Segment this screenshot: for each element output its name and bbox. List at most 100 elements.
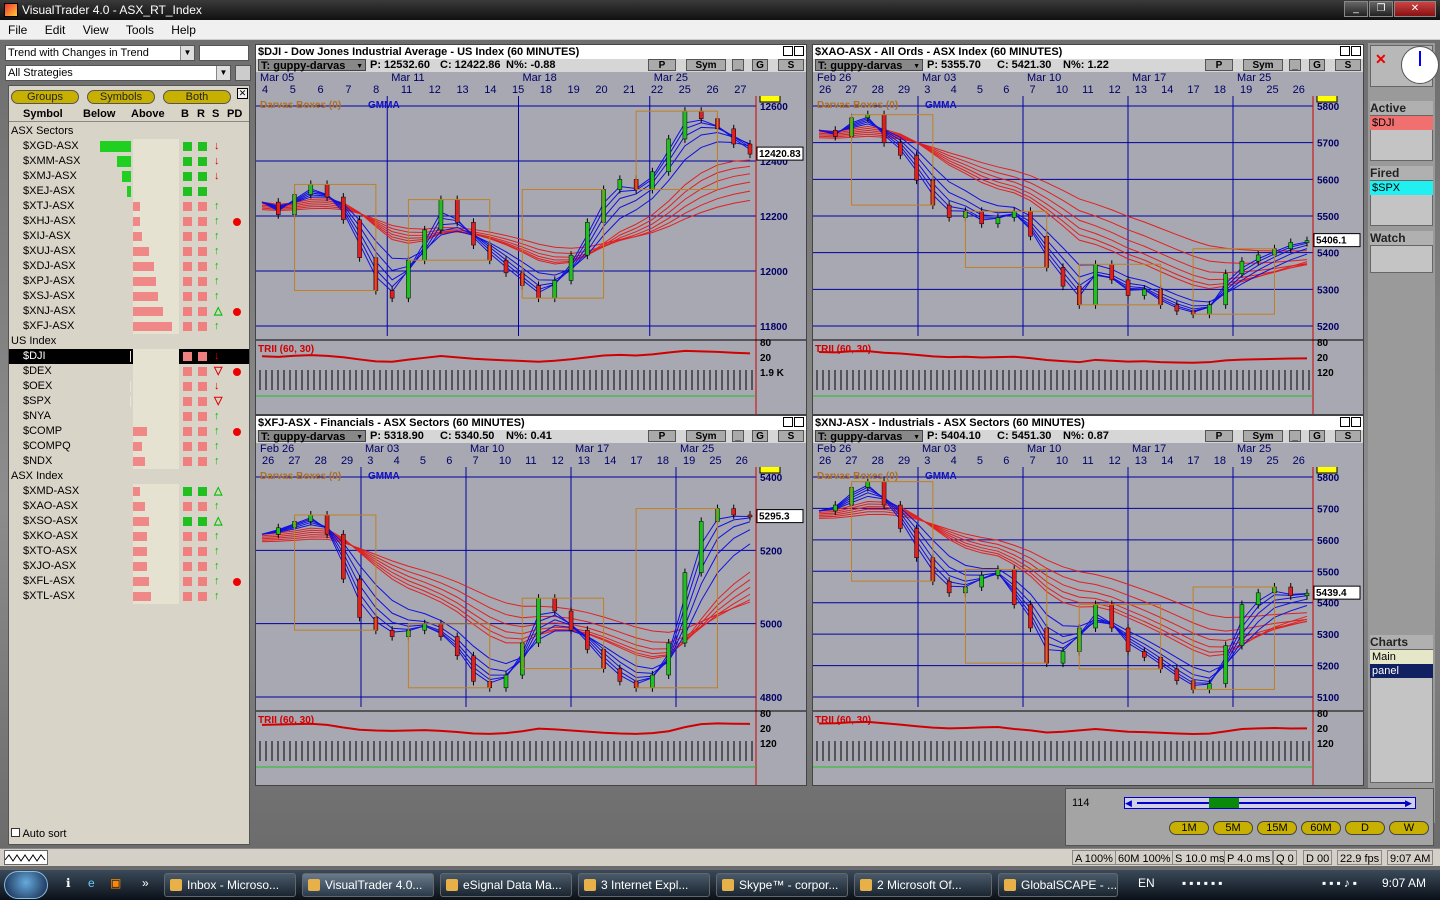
task-ie[interactable]: 3 Internet Expl...: [578, 873, 710, 897]
g-button[interactable]: G: [1309, 430, 1325, 442]
table-row[interactable]: $XMD-ASX △: [9, 484, 249, 499]
maximize-panel-icon[interactable]: [1340, 417, 1350, 427]
table-row[interactable]: $XDJ-ASX ↑: [9, 259, 249, 274]
table-row[interactable]: $XEJ-ASX: [9, 184, 249, 199]
close-panel-icon[interactable]: [794, 417, 804, 427]
header-below[interactable]: Below: [83, 108, 115, 120]
maximize-button[interactable]: ❐: [1369, 1, 1393, 17]
time-scrollbar[interactable]: ◀ ▶: [1124, 797, 1416, 809]
p-button[interactable]: P: [648, 59, 676, 71]
table-row[interactable]: $XFL-ASX ↑: [9, 574, 249, 589]
table-row[interactable]: $XFJ-ASX ↑: [9, 319, 249, 334]
chart-panel-xao[interactable]: $XAO-ASX - All Ords - ASX Index (60 MINU…: [812, 44, 1364, 415]
header-b[interactable]: B: [181, 108, 189, 120]
table-row[interactable]: $XSJ-ASX ↑: [9, 289, 249, 304]
price-chart[interactable]: 5400 5200 5000 4800 Darvas Boxes (0) GMMA 5295…: [256, 467, 807, 786]
close-panel-icon[interactable]: [794, 46, 804, 56]
scroll-right-icon[interactable]: ▶: [1405, 798, 1415, 808]
table-row[interactable]: $NDX ↑: [9, 454, 249, 469]
dash-button[interactable]: _: [732, 430, 744, 442]
table-row[interactable]: $XMM-ASX ↓: [9, 154, 249, 169]
chart-panel-dji[interactable]: $DJI - Dow Jones Industrial Average - US…: [255, 44, 807, 415]
task-visualtrader[interactable]: VisualTrader 4.0...: [302, 873, 434, 897]
watch-list[interactable]: [1370, 245, 1433, 273]
group-header[interactable]: US Index: [11, 334, 247, 348]
table-row[interactable]: $XUJ-ASX ↑: [9, 244, 249, 259]
sym-button[interactable]: Sym: [1243, 59, 1283, 71]
header-pd[interactable]: PD: [227, 108, 242, 120]
table-row[interactable]: $XTJ-ASX ↑: [9, 199, 249, 214]
dash-button[interactable]: _: [1289, 430, 1301, 442]
active-item[interactable]: $DJI: [1370, 116, 1433, 130]
template-select[interactable]: T: guppy-darvas: [258, 430, 366, 444]
autosort-checkbox[interactable]: Auto sort: [11, 828, 66, 840]
table-row[interactable]: $XSO-ASX △: [9, 514, 249, 529]
price-chart[interactable]: 1260012400122001200011800Darvas Boxes (0…: [256, 96, 807, 415]
table-row[interactable]: $XAO-ASX ↑: [9, 499, 249, 514]
strategy-select[interactable]: Trend with Changes in Trend ▼: [5, 45, 195, 61]
price-chart[interactable]: 5800 5700 5600 5500 5400 5300 5200 5100 Darvas B…: [813, 467, 1364, 786]
chevron-down-icon[interactable]: ▼: [216, 66, 230, 80]
quicklaunch-app-icon[interactable]: ▣: [110, 876, 121, 890]
fired-item[interactable]: $SPX: [1370, 181, 1433, 195]
table-row[interactable]: $DJI ↓: [9, 349, 249, 364]
tf-1m-button[interactable]: 1M: [1169, 821, 1209, 835]
language-indicator[interactable]: EN: [1138, 876, 1155, 890]
table-row[interactable]: $XIJ-ASX ↑: [9, 229, 249, 244]
task-globalscape[interactable]: GlobalSCAPE - ...: [998, 873, 1118, 897]
price-chart[interactable]: 5800 5700 5600 5500 5400 5300 5200 Darvas Boxes…: [813, 96, 1364, 415]
maximize-panel-icon[interactable]: [783, 46, 793, 56]
table-row[interactable]: $XHJ-ASX ↑: [9, 214, 249, 229]
table-row[interactable]: $COMP ↑: [9, 424, 249, 439]
dash-button[interactable]: _: [1289, 59, 1301, 71]
tray-icons[interactable]: ▪▪▪▪▪▪: [1182, 876, 1226, 890]
s-button[interactable]: S: [778, 59, 804, 71]
scope-select[interactable]: All Strategies ▼: [5, 65, 231, 81]
options-button[interactable]: [235, 65, 251, 81]
task-esignal[interactable]: eSignal Data Ma...: [440, 873, 572, 897]
header-symbol[interactable]: Symbol: [23, 108, 63, 120]
p-button[interactable]: P: [1205, 430, 1233, 442]
maximize-panel-icon[interactable]: [1340, 46, 1350, 56]
tf-w-button[interactable]: W: [1389, 821, 1429, 835]
task-outlook[interactable]: Inbox - Microso...: [164, 873, 296, 897]
tf-5m-button[interactable]: 5M: [1213, 821, 1253, 835]
table-row[interactable]: $XGD-ASX ↓: [9, 139, 249, 154]
group-header[interactable]: ASX Sectors: [11, 124, 247, 138]
no-alert-icon[interactable]: ✕: [1375, 52, 1389, 66]
table-row[interactable]: $XTL-ASX ↑: [9, 589, 249, 604]
table-row[interactable]: $DEX ▽: [9, 364, 249, 379]
template-select[interactable]: T: guppy-darvas: [258, 59, 366, 73]
s-button[interactable]: S: [778, 430, 804, 442]
table-row[interactable]: $XJO-ASX ↑: [9, 559, 249, 574]
g-button[interactable]: G: [752, 430, 768, 442]
chart-item-panel[interactable]: panel: [1370, 664, 1433, 678]
scroll-thumb[interactable]: [1209, 798, 1239, 808]
header-s[interactable]: S: [212, 108, 219, 120]
quicklaunch-more-icon[interactable]: »: [142, 876, 149, 890]
template-select[interactable]: T: guppy-darvas: [815, 59, 923, 73]
table-row[interactable]: $SPX ▽: [9, 394, 249, 409]
table-row[interactable]: $XPJ-ASX ↑: [9, 274, 249, 289]
close-icon[interactable]: ✕: [237, 88, 248, 99]
p-button[interactable]: P: [1205, 59, 1233, 71]
dash-button[interactable]: _: [732, 59, 744, 71]
g-button[interactable]: G: [752, 59, 768, 71]
start-button[interactable]: [4, 871, 48, 899]
system-tray-icons[interactable]: ▪▪▪♪▪: [1322, 876, 1360, 890]
chart-panel-xnj[interactable]: $XNJ-ASX - Industrials - ASX Sectors (60…: [812, 415, 1364, 786]
task-skype[interactable]: Skype™ - corpor...: [716, 873, 848, 897]
close-button[interactable]: ✕: [1394, 1, 1436, 17]
header-above[interactable]: Above: [131, 108, 165, 120]
table-row[interactable]: $COMPQ ↑: [9, 439, 249, 454]
table-row[interactable]: $OEX ↓: [9, 379, 249, 394]
g-button[interactable]: G: [1309, 59, 1325, 71]
menu-file[interactable]: File: [8, 23, 27, 37]
tf-60m-button[interactable]: 60M: [1301, 821, 1341, 835]
group-header[interactable]: ASX Index: [11, 469, 247, 483]
sym-button[interactable]: Sym: [686, 59, 726, 71]
tf-d-button[interactable]: D: [1345, 821, 1385, 835]
p-button[interactable]: P: [648, 430, 676, 442]
sym-button[interactable]: Sym: [686, 430, 726, 442]
template-select[interactable]: T: guppy-darvas: [815, 430, 923, 444]
